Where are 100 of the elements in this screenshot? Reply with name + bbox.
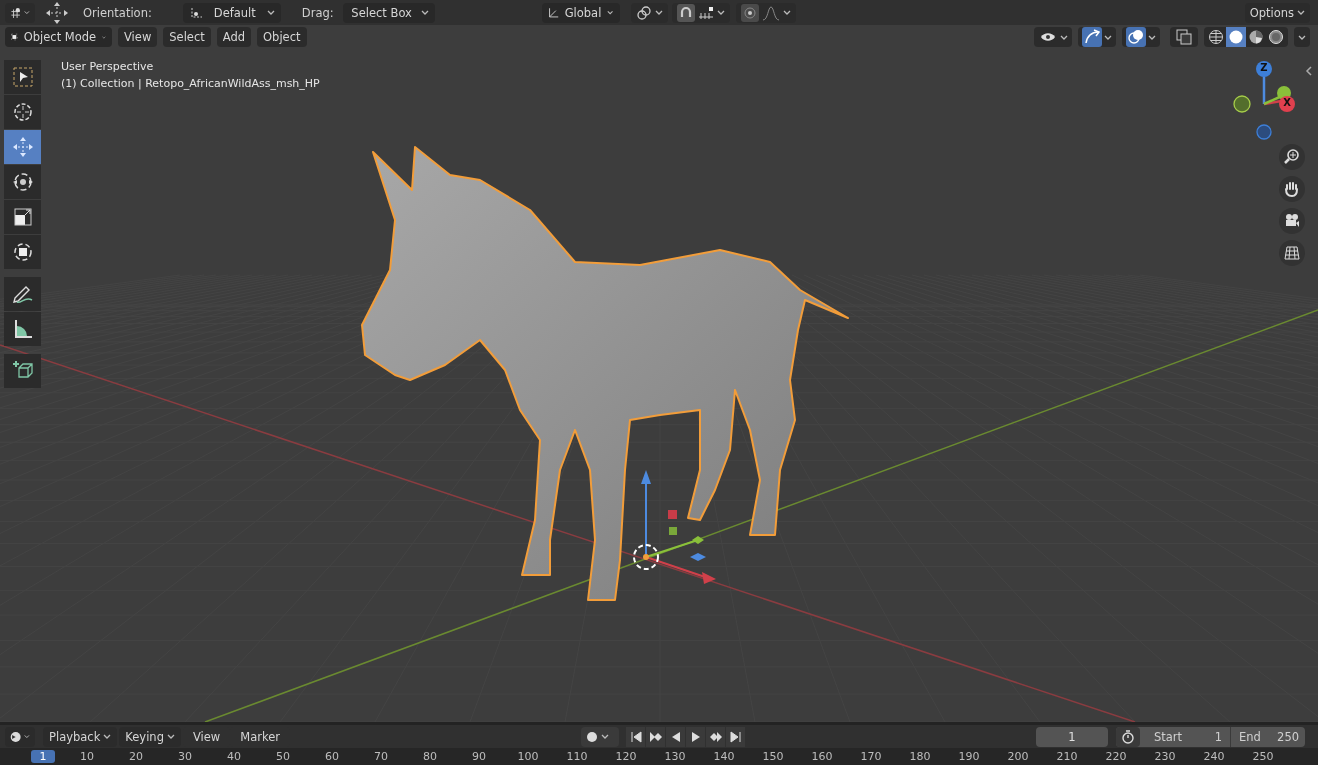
grid-plane-button[interactable] — [1279, 240, 1305, 266]
frame-number: 140 — [712, 750, 736, 763]
caret-icon — [24, 733, 30, 740]
caret-icon — [654, 9, 663, 16]
menu-item[interactable]: Add — [216, 27, 252, 47]
shading-button[interactable] — [1266, 27, 1286, 47]
camera-button[interactable] — [1279, 208, 1305, 234]
view-name: User Perspective — [61, 60, 155, 73]
grid-plane-icon — [1283, 244, 1301, 262]
frame-number: 200 — [1006, 750, 1030, 763]
editor-type-button[interactable] — [5, 726, 35, 747]
frame-number: 190 — [957, 750, 981, 763]
prev-keyframe-button[interactable] — [646, 726, 665, 747]
tool-button[interactable] — [4, 235, 41, 269]
frame-number: 20 — [128, 750, 144, 763]
transform-orientation-dropdown[interactable]: Global — [541, 2, 620, 23]
menu-item[interactable]: Select — [163, 27, 211, 47]
pivot-point-button[interactable] — [630, 2, 668, 23]
caret-icon — [420, 9, 429, 16]
auto-keying-button[interactable] — [581, 726, 619, 747]
tool-button[interactable] — [4, 95, 41, 129]
falloff-curve-icon — [761, 4, 780, 21]
tool-button[interactable] — [4, 312, 41, 346]
frame-number: 30 — [177, 750, 193, 763]
frame-number: 160 — [810, 750, 834, 763]
current-frame-field[interactable]: 1 — [1036, 726, 1108, 747]
tool-button[interactable] — [4, 60, 41, 94]
jump-start-icon — [628, 729, 643, 744]
overlay-circles-icon — [1126, 27, 1146, 47]
caret-icon — [716, 9, 725, 16]
play-reverse-button[interactable] — [666, 726, 685, 747]
frame-number: 110 — [565, 750, 589, 763]
frame-number: 80 — [422, 750, 438, 763]
caret-icon — [24, 9, 30, 16]
hand-button[interactable] — [1279, 176, 1305, 202]
frame-number: 90 — [471, 750, 487, 763]
caret-icon — [601, 733, 609, 740]
caret-icon — [607, 9, 614, 16]
proportional-edit-button[interactable] — [735, 2, 796, 23]
caret-icon — [266, 9, 275, 16]
frame-number: 50 — [275, 750, 291, 763]
frame-number: 230 — [1153, 750, 1177, 763]
frame-number: 120 — [614, 750, 638, 763]
shading-options-button[interactable] — [1294, 27, 1310, 47]
overlay-toggle[interactable] — [1122, 27, 1160, 47]
jump-end-button[interactable] — [726, 726, 745, 747]
shading-button[interactable] — [1206, 27, 1226, 47]
frame-number: 250 — [1251, 750, 1275, 763]
caret-icon — [1104, 33, 1112, 41]
start-frame-field[interactable]: Start 1 — [1140, 726, 1231, 747]
snap-increment-icon — [697, 4, 714, 21]
menu-dropdown[interactable]: Playback — [43, 726, 118, 747]
caret-icon — [1298, 33, 1306, 41]
select-box-icon — [10, 65, 35, 89]
visibility-toggle[interactable] — [1034, 27, 1072, 47]
object-info: (1) Collection | Retopo_AfricanWildAss_msh_HP — [61, 77, 320, 90]
move-tool-icon[interactable] — [45, 0, 69, 25]
jump-start-button[interactable] — [626, 726, 645, 747]
frame-number: 220 — [1104, 750, 1128, 763]
drag-dropdown[interactable]: Select Box — [342, 2, 435, 23]
frame-number: 1 — [31, 750, 55, 763]
orientation-dropdown[interactable]: Default — [182, 2, 281, 23]
orientation-label: Orientation: — [83, 5, 152, 20]
rendered-sphere-icon — [1268, 29, 1284, 45]
gizmo-toggle[interactable] — [1078, 27, 1116, 47]
caret-icon — [166, 733, 175, 740]
tool-button[interactable] — [4, 200, 41, 234]
play-button[interactable] — [686, 726, 705, 747]
zoom-button[interactable] — [1279, 144, 1305, 170]
frame-number: 100 — [516, 750, 540, 763]
donkey-model[interactable] — [361, 146, 849, 601]
frame-number: 130 — [663, 750, 687, 763]
editor-type-button[interactable] — [5, 2, 35, 23]
drag-label: Drag: — [301, 5, 334, 20]
frame-number: 170 — [859, 750, 883, 763]
next-keyframe-button[interactable] — [706, 726, 725, 747]
frame-number: 150 — [761, 750, 785, 763]
menu-item[interactable]: View — [118, 27, 158, 47]
timer-button[interactable] — [1116, 726, 1140, 747]
menu-dropdown[interactable]: Keying — [119, 726, 181, 747]
tool-button[interactable] — [4, 277, 41, 311]
material-sphere-icon — [1248, 29, 1264, 45]
frame-number: 40 — [226, 750, 242, 763]
snap-button[interactable] — [671, 2, 730, 23]
axes-icon — [547, 5, 559, 20]
end-frame-field[interactable]: End 250 — [1231, 726, 1305, 747]
zoom-icon — [1283, 148, 1301, 166]
mode-dropdown[interactable]: Object Mode — [5, 27, 112, 47]
tool-button[interactable] — [4, 354, 41, 388]
tool-button[interactable] — [4, 165, 41, 199]
transform-gizmo-drawing[interactable] — [633, 470, 716, 584]
xray-toggle[interactable] — [1170, 27, 1198, 47]
prev-keyframe-icon — [648, 729, 663, 744]
options-button[interactable]: Options — [1244, 2, 1310, 23]
frame-number: 70 — [373, 750, 389, 763]
pivot-axes-icon — [188, 5, 203, 20]
navigation-gizmo[interactable] — [1233, 61, 1295, 140]
frame-number: 60 — [324, 750, 340, 763]
menu-item[interactable]: Object — [257, 27, 307, 47]
next-keyframe-icon — [708, 729, 723, 744]
